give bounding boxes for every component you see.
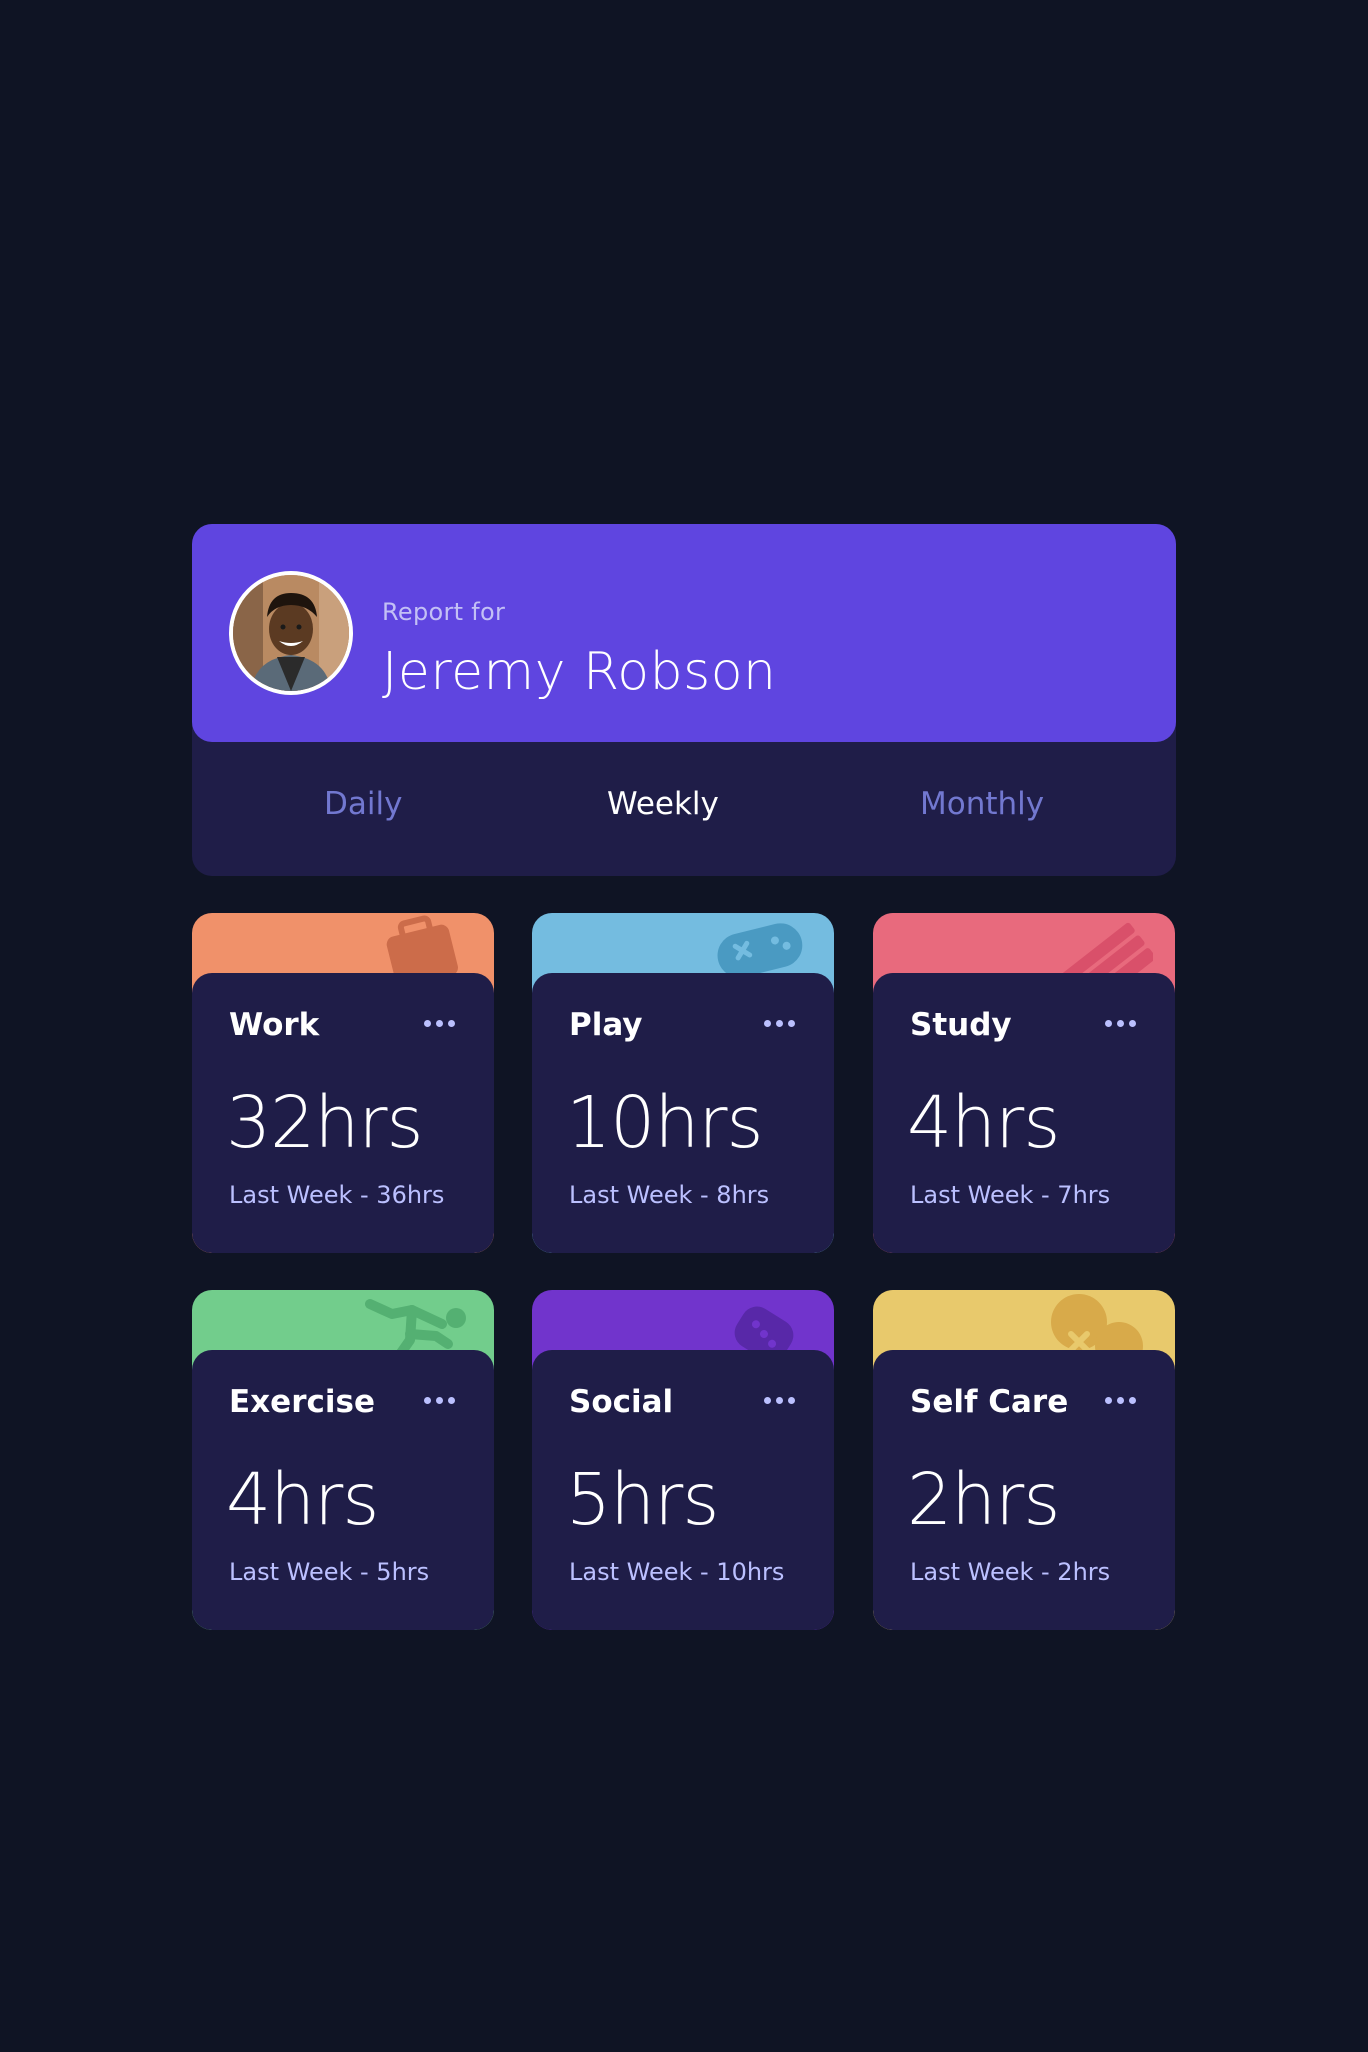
activity-card-self-care: Self Care 2hrs Last Week - 2hrs (873, 1290, 1175, 1630)
previous-hours: Last Week - 8hrs (569, 1181, 770, 1209)
more-options-icon[interactable] (1105, 1396, 1137, 1406)
current-hours: 32hrs (226, 1081, 424, 1164)
activity-card-exercise: Exercise 4hrs Last Week - 5hrs (192, 1290, 494, 1630)
report-for-label: Report for (382, 598, 506, 626)
activity-card-play: Play 10hrs Last Week - 8hrs (532, 913, 834, 1253)
more-options-icon[interactable] (1105, 1019, 1137, 1029)
activity-card-body: Exercise 4hrs Last Week - 5hrs (192, 1350, 494, 1630)
more-options-icon[interactable] (764, 1019, 796, 1029)
more-options-icon[interactable] (424, 1396, 456, 1406)
previous-hours: Last Week - 2hrs (910, 1558, 1111, 1586)
activity-card-body: Study 4hrs Last Week - 7hrs (873, 973, 1175, 1253)
current-hours: 5hrs (566, 1458, 719, 1541)
current-hours: 2hrs (907, 1458, 1060, 1541)
profile-card: Report for Jeremy Robson Daily Weekly Mo… (192, 524, 1176, 876)
tab-monthly[interactable]: Monthly (920, 786, 1044, 822)
activity-card-body: Social 5hrs Last Week - 10hrs (532, 1350, 834, 1630)
current-hours: 4hrs (226, 1458, 379, 1541)
activity-card-body: Self Care 2hrs Last Week - 2hrs (873, 1350, 1175, 1630)
period-tabs: Daily Weekly Monthly (192, 742, 1176, 876)
previous-hours: Last Week - 10hrs (569, 1558, 785, 1586)
previous-hours: Last Week - 36hrs (229, 1181, 445, 1209)
activity-title: Self Care (910, 1384, 1069, 1420)
previous-hours: Last Week - 7hrs (910, 1181, 1111, 1209)
tab-weekly[interactable]: Weekly (607, 786, 719, 822)
activity-title: Social (569, 1384, 674, 1420)
more-options-icon[interactable] (764, 1396, 796, 1406)
profile-header: Report for Jeremy Robson (192, 524, 1176, 742)
previous-hours: Last Week - 5hrs (229, 1558, 430, 1586)
tab-daily[interactable]: Daily (324, 786, 402, 822)
activity-title: Play (569, 1007, 643, 1043)
activity-title: Exercise (229, 1384, 375, 1420)
activity-card-work: Work 32hrs Last Week - 36hrs (192, 913, 494, 1253)
activity-title: Study (910, 1007, 1012, 1043)
activity-title: Work (229, 1007, 320, 1043)
avatar (229, 571, 353, 695)
activity-card-social: Social 5hrs Last Week - 10hrs (532, 1290, 834, 1630)
user-name: Jeremy Robson (382, 642, 777, 702)
activity-card-body: Work 32hrs Last Week - 36hrs (192, 973, 494, 1253)
more-options-icon[interactable] (424, 1019, 456, 1029)
current-hours: 10hrs (566, 1081, 764, 1164)
activity-card-study: Study 4hrs Last Week - 7hrs (873, 913, 1175, 1253)
activity-card-body: Play 10hrs Last Week - 8hrs (532, 973, 834, 1253)
current-hours: 4hrs (907, 1081, 1060, 1164)
